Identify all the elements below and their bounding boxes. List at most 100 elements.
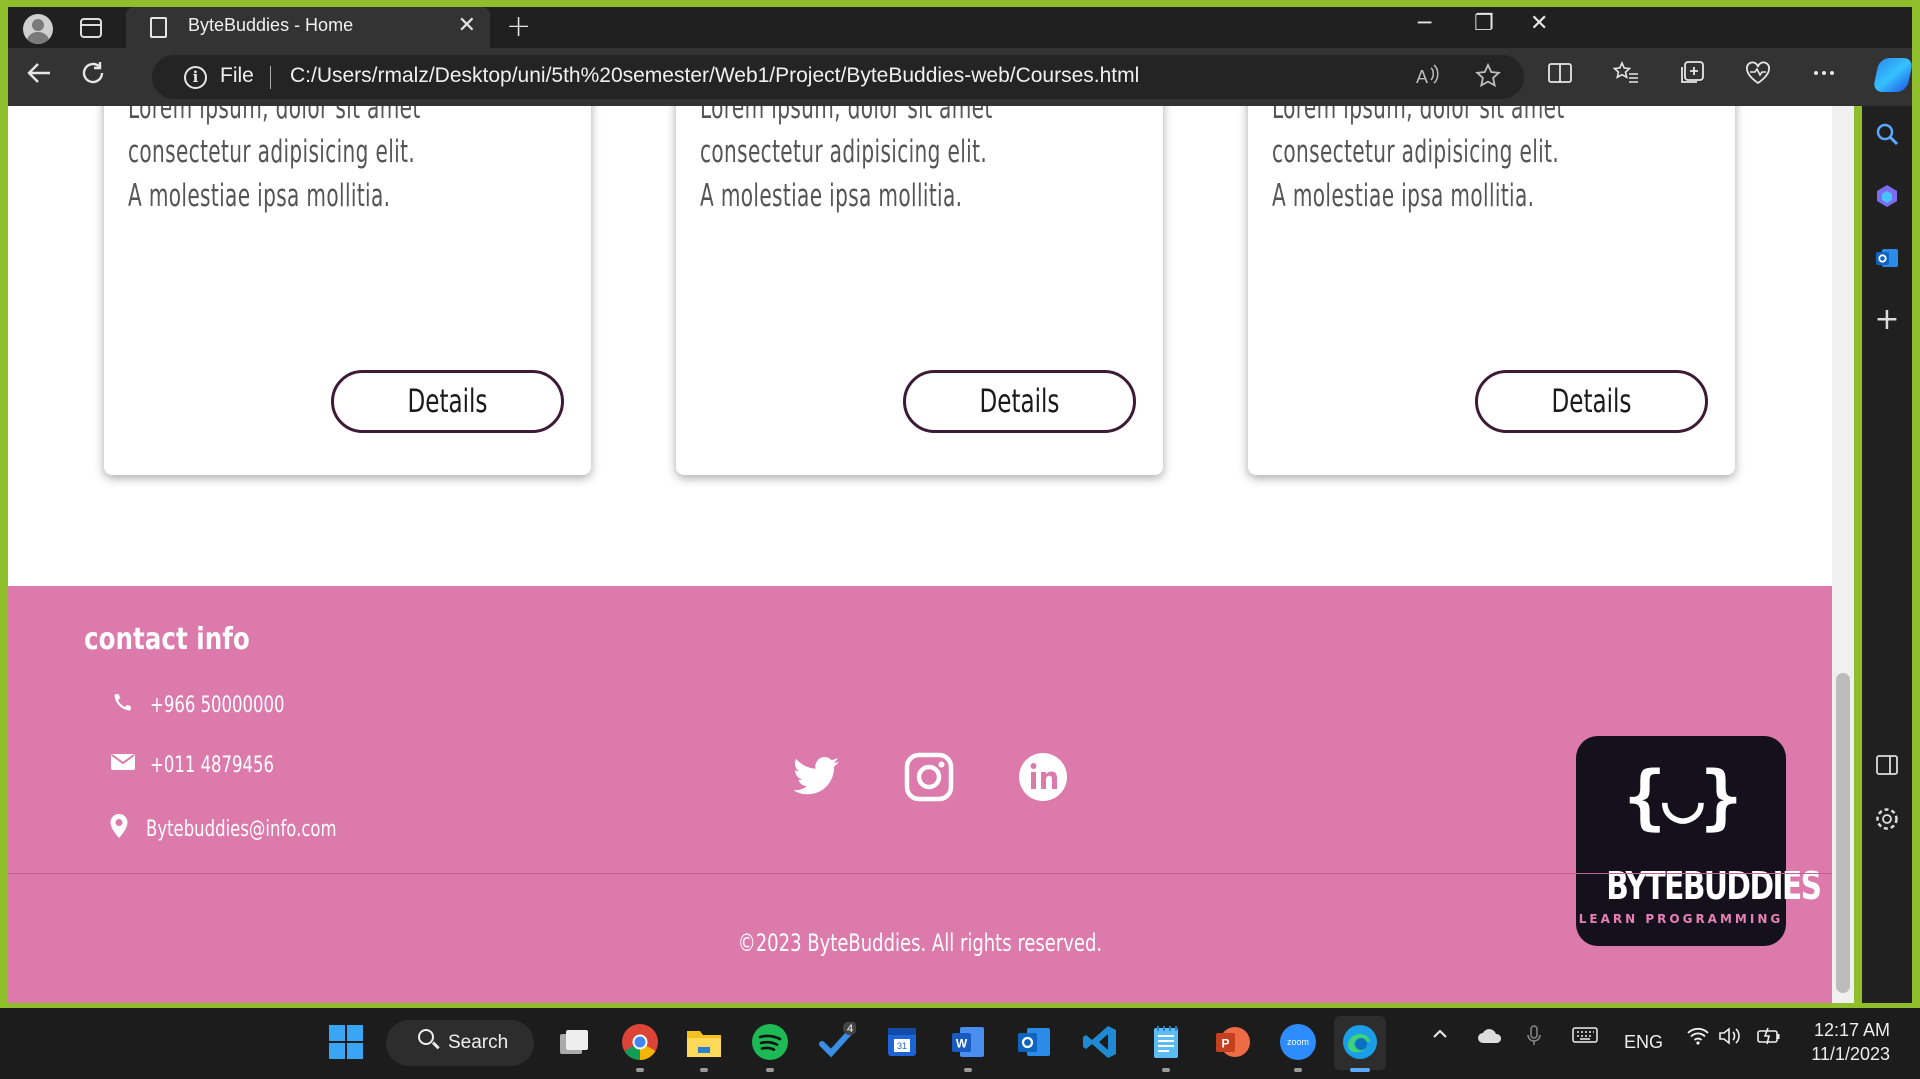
details-button[interactable]: Details (903, 370, 1136, 433)
bytebuddies-logo: {◡} BYTEBUDDIES LEARN PROGRAMMING (1576, 736, 1822, 946)
vscode-icon[interactable] (1080, 1022, 1120, 1062)
wifi-icon[interactable] (1686, 1026, 1710, 1052)
browser-tab-active[interactable]: ByteBuddies - Home ✕ (126, 7, 490, 48)
language-indicator[interactable]: ENG (1624, 1032, 1663, 1053)
tab-close-icon[interactable]: ✕ (458, 13, 476, 38)
windows-start-icon[interactable] (326, 1022, 366, 1062)
location-pin-icon (104, 813, 134, 845)
copilot-sidebar-icon[interactable] (1862, 182, 1912, 217)
envelope-icon (108, 752, 138, 778)
copyright-text: ©2023 ByteBuddies. All rights reserved. (8, 929, 1832, 957)
keyboard-icon[interactable] (1572, 1026, 1598, 1050)
site-info-icon[interactable]: i (184, 66, 207, 89)
running-indicator (1162, 1068, 1170, 1072)
course-text-line: consectetur adipisicing elit. (1272, 134, 1560, 170)
add-sidebar-app-icon[interactable]: + (1862, 302, 1912, 337)
url-text[interactable]: C:/Users/rmalz/Desktop/uni/5th%20semeste… (290, 64, 1139, 88)
chrome-icon[interactable] (620, 1022, 660, 1062)
details-button[interactable]: Details (1475, 370, 1708, 433)
favorite-star-icon[interactable] (1474, 62, 1502, 97)
linkedin-icon[interactable] (1018, 752, 1068, 802)
onedrive-icon[interactable] (1476, 1026, 1504, 1052)
instagram-icon[interactable] (904, 752, 954, 802)
copyright-label: ©2023 ByteBuddies. All rights reserved. (737, 929, 1103, 957)
windows-taskbar: Search 4 31 W P zoom ENG 12:17 AM 11/1/2… (0, 1008, 1920, 1079)
split-screen-icon[interactable] (1546, 59, 1574, 94)
active-indicator (1350, 1068, 1370, 1072)
contact-phone: +966 50000000 (108, 690, 329, 720)
spotify-icon[interactable] (750, 1022, 790, 1062)
profile-avatar-icon[interactable] (23, 14, 53, 44)
course-text-line: A molestiae ipsa mollitia. (128, 178, 391, 214)
more-menu-icon[interactable] (1810, 59, 1838, 94)
running-indicator (700, 1068, 708, 1072)
battery-icon[interactable] (1756, 1026, 1782, 1052)
search-label: Search (448, 1032, 509, 1053)
new-tab-button[interactable]: + (506, 9, 531, 44)
course-description: Lorem ipsum, dolor sit amet consectetur … (128, 106, 421, 218)
running-indicator (766, 1068, 774, 1072)
file-explorer-icon[interactable] (684, 1022, 724, 1062)
edge-sidebar: + (1862, 106, 1912, 1003)
read-aloud-icon[interactable]: A (1414, 62, 1442, 97)
minimize-button[interactable]: ─ (1418, 11, 1431, 36)
twitter-icon[interactable] (790, 752, 840, 802)
system-clock[interactable]: 12:17 AM 11/1/2023 (1804, 1018, 1890, 1066)
scrollbar-thumb[interactable] (1836, 673, 1850, 993)
volume-icon[interactable] (1718, 1026, 1742, 1052)
settings-gear-icon[interactable] (1862, 806, 1912, 839)
edge-icon[interactable] (1340, 1022, 1380, 1062)
course-text-line: Lorem ipsum, dolor sit amet (700, 106, 993, 126)
course-card: Lorem ipsum, dolor sit amet consectetur … (676, 106, 1163, 475)
calendar-icon[interactable]: 31 (882, 1022, 922, 1062)
tab-actions-icon[interactable] (80, 18, 102, 38)
page-scrollbar[interactable] (1832, 106, 1854, 1003)
svg-text:31: 31 (897, 1041, 907, 1051)
restore-button[interactable]: ❐ (1474, 11, 1494, 36)
running-indicator (964, 1068, 972, 1072)
microphone-icon[interactable] (1526, 1024, 1542, 1054)
todo-icon[interactable]: 4 (816, 1021, 857, 1062)
contact-email: Bytebuddies@info.com (104, 813, 400, 845)
details-button-label: Details (979, 382, 1060, 420)
running-indicator (636, 1068, 644, 1072)
svg-text:zoom: zoom (1287, 1037, 1309, 1047)
word-icon[interactable]: W (948, 1022, 988, 1062)
close-window-button[interactable]: ✕ (1530, 11, 1548, 36)
back-arrow-icon[interactable] (24, 58, 54, 97)
hide-sidebar-icon[interactable] (1862, 752, 1912, 785)
logo-subtitle: LEARN PROGRAMMING (1578, 912, 1784, 926)
search-icon (418, 1029, 434, 1045)
details-button[interactable]: Details (331, 370, 564, 433)
powerpoint-icon[interactable]: P (1212, 1022, 1252, 1062)
notepad-icon[interactable] (1146, 1022, 1186, 1062)
course-card: Lorem ipsum, dolor sit amet consectetur … (104, 106, 591, 475)
footer-divider (8, 873, 1832, 874)
email-address[interactable]: Bytebuddies@info.com (146, 817, 337, 842)
contact-info-heading: contact info (84, 622, 250, 657)
file-scheme-label: File (220, 64, 254, 87)
browser-titlebar: ByteBuddies - Home ✕ + ─ ❐ ✕ (8, 7, 1912, 48)
collections-icon[interactable] (1678, 59, 1706, 94)
zoom-icon[interactable]: zoom (1278, 1022, 1318, 1062)
address-bar[interactable]: i File C:/Users/rmalz/Desktop/uni/5th%20… (152, 55, 1524, 99)
browser-essentials-icon[interactable] (1744, 59, 1772, 94)
logo-title-text: BYTEBUDDIES (1606, 864, 1822, 908)
outlook-icon[interactable] (1862, 244, 1912, 279)
refresh-icon[interactable] (78, 58, 108, 97)
outlook-taskbar-icon[interactable] (1014, 1022, 1054, 1062)
phone-number: +966 50000000 (150, 692, 285, 718)
contact-fax: +011 4879456 (108, 752, 315, 778)
svg-text:P: P (1221, 1037, 1229, 1051)
course-card: Lorem ipsum, dolor sit amet consectetur … (1248, 106, 1735, 475)
task-view-icon[interactable] (554, 1022, 594, 1062)
browser-toolbar: i File C:/Users/rmalz/Desktop/uni/5th%20… (8, 48, 1914, 106)
running-indicator (1294, 1068, 1302, 1072)
todo-badge: 4 (847, 1023, 853, 1035)
show-hidden-icons-chevron-icon[interactable] (1430, 1024, 1450, 1050)
details-button-label: Details (1551, 382, 1632, 420)
taskbar-search[interactable]: Search (386, 1020, 534, 1066)
favorites-icon[interactable] (1612, 59, 1640, 94)
search-icon[interactable] (1862, 120, 1912, 155)
copilot-icon[interactable] (1872, 58, 1914, 92)
